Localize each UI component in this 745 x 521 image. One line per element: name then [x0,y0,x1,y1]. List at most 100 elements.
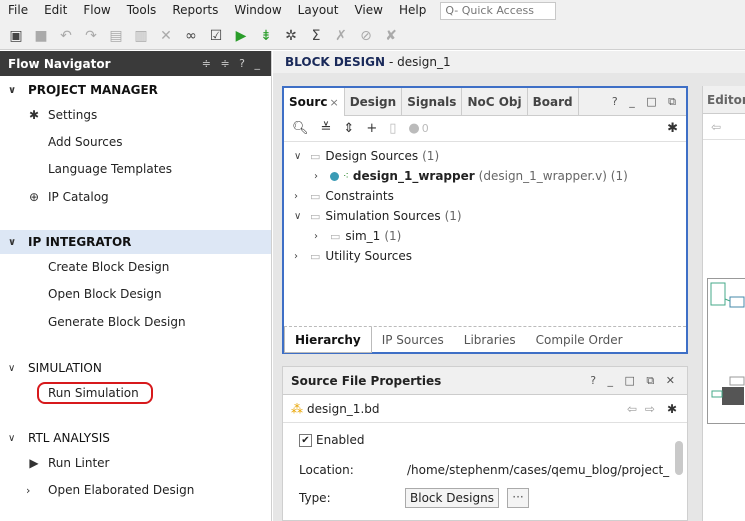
tree-design-1-wrapper[interactable]: › ⁖ design_1_wrapper (design_1_wrapper.v… [314,166,628,186]
tree-simulation-sources[interactable]: ∨ ▭ Simulation Sources (1) [294,206,462,226]
tab-sources[interactable]: Sourc × [284,87,345,116]
source-file-properties-controls[interactable]: ? _ □ ⧉ ✕ [590,374,679,388]
scrollbar-thumb[interactable] [675,441,683,475]
chevron-down-icon: ∨ [294,150,302,162]
tree-sim-1[interactable]: › ▭ sim_1 (1) [314,226,401,246]
redo-icon[interactable]: ↷ [79,24,103,48]
nav-run-linter[interactable]: ▶ Run Linter [0,451,271,475]
menu-flow[interactable]: Flow [75,0,118,22]
back-arrow-icon[interactable]: ⇦ [711,120,721,134]
collapse-all-icon[interactable]: ≚ [321,121,332,136]
paste-icon[interactable]: ▥ [129,24,153,48]
settings-gear-icon[interactable]: ✲ [279,24,303,48]
add-icon[interactable]: + [366,121,377,136]
hierarchy-icon: ⁖ [343,170,349,182]
tree-design-sources[interactable]: ∨ ▭ Design Sources (1) [294,146,439,166]
gear-icon: ✱ [28,108,40,122]
menu-view[interactable]: View [346,0,390,22]
highlight-run-simulation [37,382,153,404]
source-file-properties-title: Source File Properties [291,373,442,388]
chevron-down-icon: ∨ [294,210,302,222]
block-design-header: BLOCK DESIGN - design_1 [273,51,745,73]
main-toolbar: ▣ ■ ↶ ↷ ▤ ▥ ✕ ∞ ☑ ▶ ⇟ ✲ Σ ✗ ⊘ ✘ [0,22,745,50]
tab-hierarchy[interactable]: Hierarchy [284,326,372,353]
open-project-icon[interactable]: ▣ [4,24,28,48]
tab-board[interactable]: Board [528,87,579,116]
section-rtl-analysis[interactable]: ∨ RTL ANALYSIS [0,426,271,450]
delete-icon[interactable]: ✕ [154,24,178,48]
menu-layout[interactable]: Layout [290,0,347,22]
tool-x-icon[interactable]: ✗ [329,24,353,48]
menu-help[interactable]: Help [391,0,434,22]
flow-navigator: Flow Navigator ≑ ≑ ? _ ∨ PROJECT MANAGER… [0,51,272,521]
gear-icon[interactable]: ✱ [667,402,677,416]
gear-icon[interactable]: ✱ [667,121,678,136]
tab-compile-order[interactable]: Compile Order [526,327,633,353]
chevron-down-icon: ∨ [8,432,16,444]
sources-panel-controls[interactable]: ? _ □ ⧉ [612,95,686,109]
save-icon[interactable]: ■ [29,24,53,48]
nav-language-templates[interactable]: Language Templates [0,157,271,181]
tab-libraries[interactable]: Libraries [454,327,526,353]
tool-cross-icon[interactable]: ✘ [379,24,403,48]
tab-ip-sources[interactable]: IP Sources [372,327,454,353]
nav-add-sources[interactable]: Add Sources [0,130,271,154]
menu-edit[interactable]: Edit [36,0,75,22]
tool-slash-icon[interactable]: ⊘ [354,24,378,48]
chevron-right-icon: › [314,170,318,182]
tab-signals[interactable]: Signals [402,87,463,116]
menu-bar: File Edit Flow Tools Reports Window Layo… [0,0,745,22]
nav-generate-block-design[interactable]: Generate Block Design [0,310,271,334]
folder-icon: ▭ [330,229,341,243]
chevron-right-icon: › [26,483,31,497]
flow-navigator-title: Flow Navigator [8,56,111,71]
sigma-icon[interactable]: Σ [304,24,328,48]
menu-window[interactable]: Window [226,0,289,22]
folder-icon: ▭ [310,149,321,163]
tree-constraints[interactable]: › ▭ Constraints [294,186,394,206]
help-doc-icon[interactable]: ▯ [389,121,396,136]
search-icon[interactable]: 🔍︎ [292,121,309,136]
chevron-right-icon: › [314,230,318,242]
nav-open-elaborated-design[interactable]: › Open Elaborated Design [0,478,271,502]
expand-all-icon[interactable]: ⇕ [343,121,354,136]
menu-tools[interactable]: Tools [119,0,165,22]
undo-icon[interactable]: ↶ [54,24,78,48]
validate-icon[interactable]: ☑ [204,24,228,48]
status-count: 0 [421,122,429,135]
section-project-manager[interactable]: ∨ PROJECT MANAGER [0,78,271,102]
enabled-checkbox[interactable]: ✔ [299,433,312,447]
nav-settings[interactable]: ✱ Settings [0,103,271,127]
editor-tab[interactable]: Editor [703,86,745,114]
back-forward-arrows-icon[interactable]: ⇦⇨ [627,402,663,416]
properties-scrollbar[interactable] [675,427,683,487]
tree-utility-sources[interactable]: › ▭ Utility Sources [294,246,412,266]
menu-reports[interactable]: Reports [164,0,226,22]
tab-noc-objects[interactable]: NoC Obj [462,87,528,116]
block-design-title: BLOCK DESIGN [285,55,386,69]
location-label: Location: [299,463,354,477]
close-icon[interactable]: × [329,96,338,109]
program-icon[interactable]: ⇟ [254,24,278,48]
run-icon[interactable]: ▶ [229,24,253,48]
chevron-right-icon: › [294,190,298,202]
flow-navigator-controls[interactable]: ≑ ≑ ? _ [202,57,263,70]
section-ip-integrator[interactable]: ∨ IP INTEGRATOR [0,230,271,254]
location-value: /home/stephenm/cases/qemu_blog/project_ [407,463,670,477]
editor-panel: Editor ⇦ [702,86,745,521]
menu-file[interactable]: File [0,0,36,22]
tab-design[interactable]: Design [345,87,403,116]
flow-navigator-header: Flow Navigator ≑ ≑ ? _ [0,51,271,76]
copy-icon[interactable]: ▤ [104,24,128,48]
enabled-checkbox-row[interactable]: ✔ Enabled [299,433,365,447]
link-icon[interactable]: ∞ [179,24,203,48]
type-more-button[interactable]: ··· [507,488,529,508]
source-file-row: ⁂ design_1.bd ⇦⇨ ✱ [283,395,687,423]
nav-ip-catalog[interactable]: ⊕ IP Catalog [0,185,271,209]
nav-create-block-design[interactable]: Create Block Design [0,255,271,279]
type-value-button[interactable]: Block Designs [405,488,499,508]
nav-open-block-design[interactable]: Open Block Design [0,282,271,306]
quick-access-search[interactable]: Q- Quick Access [440,2,557,20]
section-simulation[interactable]: ∨ SIMULATION [0,356,271,380]
folder-icon: ▭ [310,249,321,263]
